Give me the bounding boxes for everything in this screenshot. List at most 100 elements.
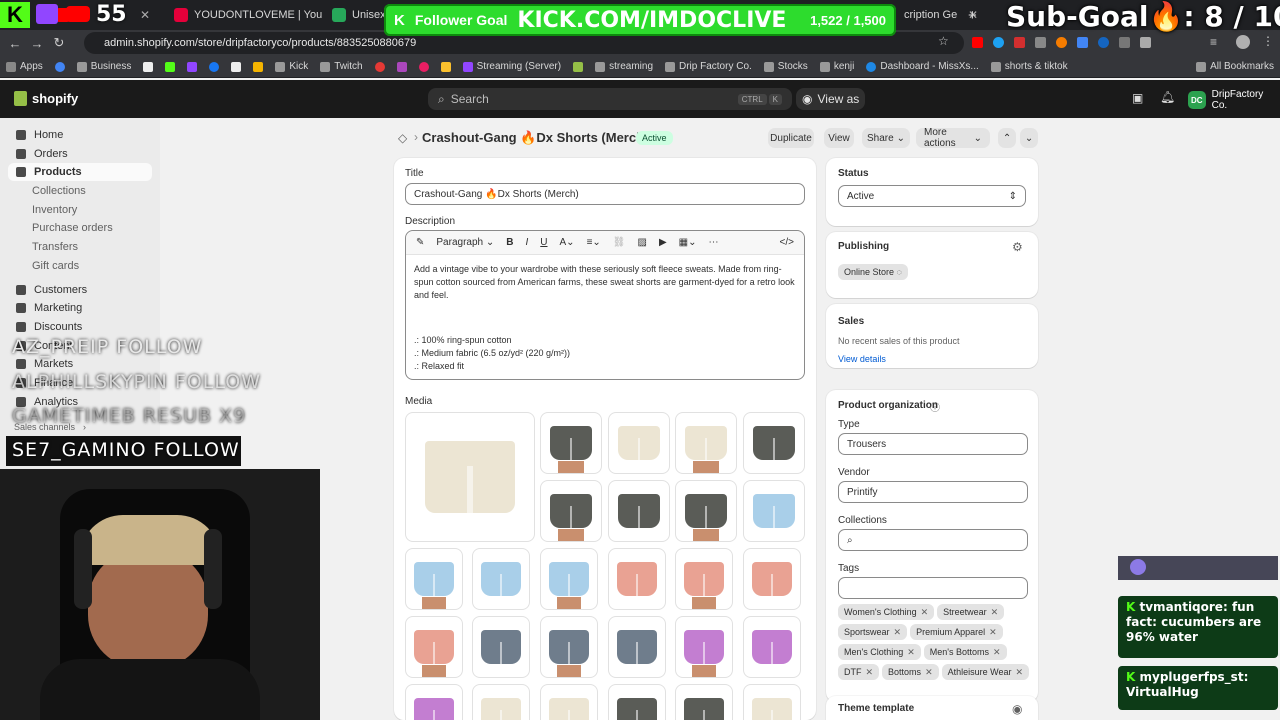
media-thumbnail[interactable] bbox=[743, 480, 805, 542]
duplicate-button[interactable]: Duplicate bbox=[768, 128, 814, 148]
sidebar-item-transfers[interactable]: Transfers bbox=[8, 238, 152, 256]
media-thumbnail[interactable] bbox=[743, 548, 801, 610]
remove-tag-icon[interactable]: ✕ bbox=[993, 646, 1001, 658]
bookmark-site[interactable] bbox=[435, 61, 457, 72]
media-thumbnail[interactable] bbox=[405, 616, 463, 678]
media-thumbnail[interactable] bbox=[540, 548, 598, 610]
bookmark-dashboard[interactable]: Dashboard - MissXs... bbox=[860, 61, 984, 72]
remove-tag-icon[interactable]: ✕ bbox=[921, 606, 929, 618]
view-button[interactable]: View bbox=[824, 128, 854, 148]
eye-icon[interactable]: ◉ bbox=[1012, 702, 1022, 716]
paragraph-select[interactable]: Paragraph ⌄ bbox=[436, 237, 494, 248]
extension-icon[interactable] bbox=[1035, 37, 1046, 48]
media-thumbnail[interactable] bbox=[675, 616, 733, 678]
media-thumbnail[interactable] bbox=[472, 616, 530, 678]
more-actions-button[interactable]: More actions ⌄ bbox=[916, 127, 990, 149]
settings-sliders-icon[interactable]: ⚙ bbox=[1012, 240, 1023, 254]
bookmark-stocks[interactable]: Stocks bbox=[758, 61, 814, 72]
media-thumbnail[interactable] bbox=[472, 548, 530, 610]
remove-tag-icon[interactable]: ✕ bbox=[989, 626, 997, 638]
bookmark-site[interactable] bbox=[369, 61, 391, 72]
remove-tag-icon[interactable]: ✕ bbox=[894, 626, 902, 638]
remove-tag-icon[interactable]: ✕ bbox=[925, 666, 933, 678]
bookmark-star-icon[interactable]: ☆ bbox=[938, 34, 949, 48]
bookmark-apps[interactable]: Apps bbox=[0, 61, 49, 72]
media-thumbnail[interactable] bbox=[608, 616, 666, 678]
bold-icon[interactable]: B bbox=[506, 237, 513, 248]
media-thumbnail[interactable] bbox=[540, 412, 602, 474]
extension-icon[interactable] bbox=[1098, 37, 1109, 48]
sidebar-item-orders[interactable]: Orders bbox=[8, 145, 152, 163]
next-product-button[interactable]: ⌄ bbox=[1020, 128, 1038, 148]
table-icon[interactable]: ▦⌄ bbox=[679, 237, 697, 248]
media-thumbnail[interactable] bbox=[608, 548, 666, 610]
image-icon[interactable]: ▨ bbox=[638, 237, 647, 248]
extension-icon[interactable] bbox=[1056, 37, 1067, 48]
sidebar-item-products[interactable]: Products bbox=[8, 163, 152, 181]
share-button[interactable]: Share ⌄ bbox=[862, 128, 910, 148]
bookmark-site[interactable] bbox=[567, 61, 589, 72]
remove-tag-icon[interactable]: ✕ bbox=[1015, 666, 1023, 678]
browser-tab[interactable]: YOUDONTLOVEME | YouTube ✕ bbox=[166, 3, 322, 27]
sidebar-item-customers[interactable]: Customers bbox=[8, 281, 152, 299]
bookmark-streaming-server[interactable]: Streaming (Server) bbox=[457, 61, 567, 72]
reload-icon[interactable]: ↻ bbox=[48, 35, 70, 51]
extension-icon[interactable] bbox=[1014, 37, 1025, 48]
sidebar-item-collections[interactable]: Collections bbox=[8, 182, 152, 200]
media-thumbnail[interactable] bbox=[472, 684, 530, 720]
align-icon[interactable]: ≡⌄ bbox=[587, 237, 601, 248]
media-thumbnail[interactable] bbox=[675, 480, 737, 542]
bell-icon[interactable]: 🔔︎ bbox=[1160, 90, 1175, 104]
media-thumbnail[interactable] bbox=[743, 412, 805, 474]
close-tab-icon[interactable]: ✕ bbox=[140, 8, 150, 22]
type-input[interactable]: Trousers bbox=[838, 433, 1028, 455]
extension-icon[interactable] bbox=[1119, 37, 1130, 48]
media-thumbnail[interactable] bbox=[540, 480, 602, 542]
video-icon[interactable]: ▶ bbox=[659, 237, 667, 248]
view-as-button[interactable]: ◉ View as bbox=[796, 88, 866, 110]
bookmark-site[interactable] bbox=[413, 61, 435, 72]
extension-icon[interactable] bbox=[1077, 37, 1088, 48]
more-icon[interactable]: ⋯ bbox=[708, 237, 718, 248]
remove-tag-icon[interactable]: ✕ bbox=[991, 606, 999, 618]
info-icon[interactable]: ⓘ bbox=[930, 399, 940, 414]
sidebar-item-purchase-orders[interactable]: Purchase orders bbox=[8, 219, 152, 237]
collections-input[interactable]: ⌕ bbox=[838, 529, 1028, 551]
link-icon[interactable]: ⛓ bbox=[613, 237, 626, 248]
new-tab-button[interactable]: + bbox=[960, 3, 980, 27]
back-icon[interactable]: ← bbox=[4, 36, 26, 51]
all-bookmarks[interactable]: All Bookmarks bbox=[1190, 61, 1280, 72]
bookmark-site[interactable] bbox=[391, 61, 413, 72]
media-thumbnail[interactable] bbox=[675, 548, 733, 610]
store-menu[interactable]: DC DripFactory Co. bbox=[1188, 89, 1280, 111]
bookmark-shorts-tiktok[interactable]: shorts & tiktok bbox=[985, 61, 1074, 72]
bookmark-drip-factory[interactable]: Drip Factory Co. bbox=[659, 61, 758, 72]
tag-icon[interactable]: ◇ bbox=[398, 131, 407, 145]
media-thumbnail[interactable] bbox=[743, 684, 801, 720]
media-thumbnail[interactable] bbox=[608, 480, 670, 542]
sidebar-item-home[interactable]: Home bbox=[8, 126, 152, 144]
vendor-input[interactable]: Printify bbox=[838, 481, 1028, 503]
forward-icon[interactable]: → bbox=[26, 36, 48, 51]
magic-icon[interactable]: ✎ bbox=[416, 237, 424, 248]
media-thumbnail[interactable] bbox=[540, 684, 598, 720]
sidebar-item-inventory[interactable]: Inventory bbox=[8, 201, 152, 219]
status-select[interactable]: Active ⇕ bbox=[838, 185, 1026, 207]
previous-product-button[interactable]: ⌃ bbox=[998, 128, 1016, 148]
media-thumbnail[interactable] bbox=[675, 412, 737, 474]
remove-tag-icon[interactable]: ✕ bbox=[866, 666, 874, 678]
sidebar-item-discounts[interactable]: Discounts bbox=[8, 318, 152, 336]
bookmark-google[interactable] bbox=[49, 61, 71, 72]
inbox-icon[interactable]: ▣ bbox=[1132, 91, 1143, 105]
bookmark-streaming[interactable]: streaming bbox=[589, 61, 659, 72]
bookmark-kick[interactable]: Kick bbox=[269, 61, 314, 72]
extension-icon[interactable] bbox=[993, 37, 1004, 48]
media-thumbnail[interactable] bbox=[608, 412, 670, 474]
title-input[interactable]: Crashout-Gang 🔥Dx Shorts (Merch) bbox=[405, 183, 805, 205]
bookmark-twitch[interactable] bbox=[181, 61, 203, 72]
shopify-logo[interactable]: shopify bbox=[14, 91, 78, 106]
bookmark-x[interactable] bbox=[137, 61, 159, 72]
search-input[interactable]: ⌕ Search CTRL K bbox=[428, 88, 792, 110]
tags-input[interactable] bbox=[838, 577, 1028, 599]
bookmark-kenji[interactable]: kenji bbox=[814, 61, 861, 72]
